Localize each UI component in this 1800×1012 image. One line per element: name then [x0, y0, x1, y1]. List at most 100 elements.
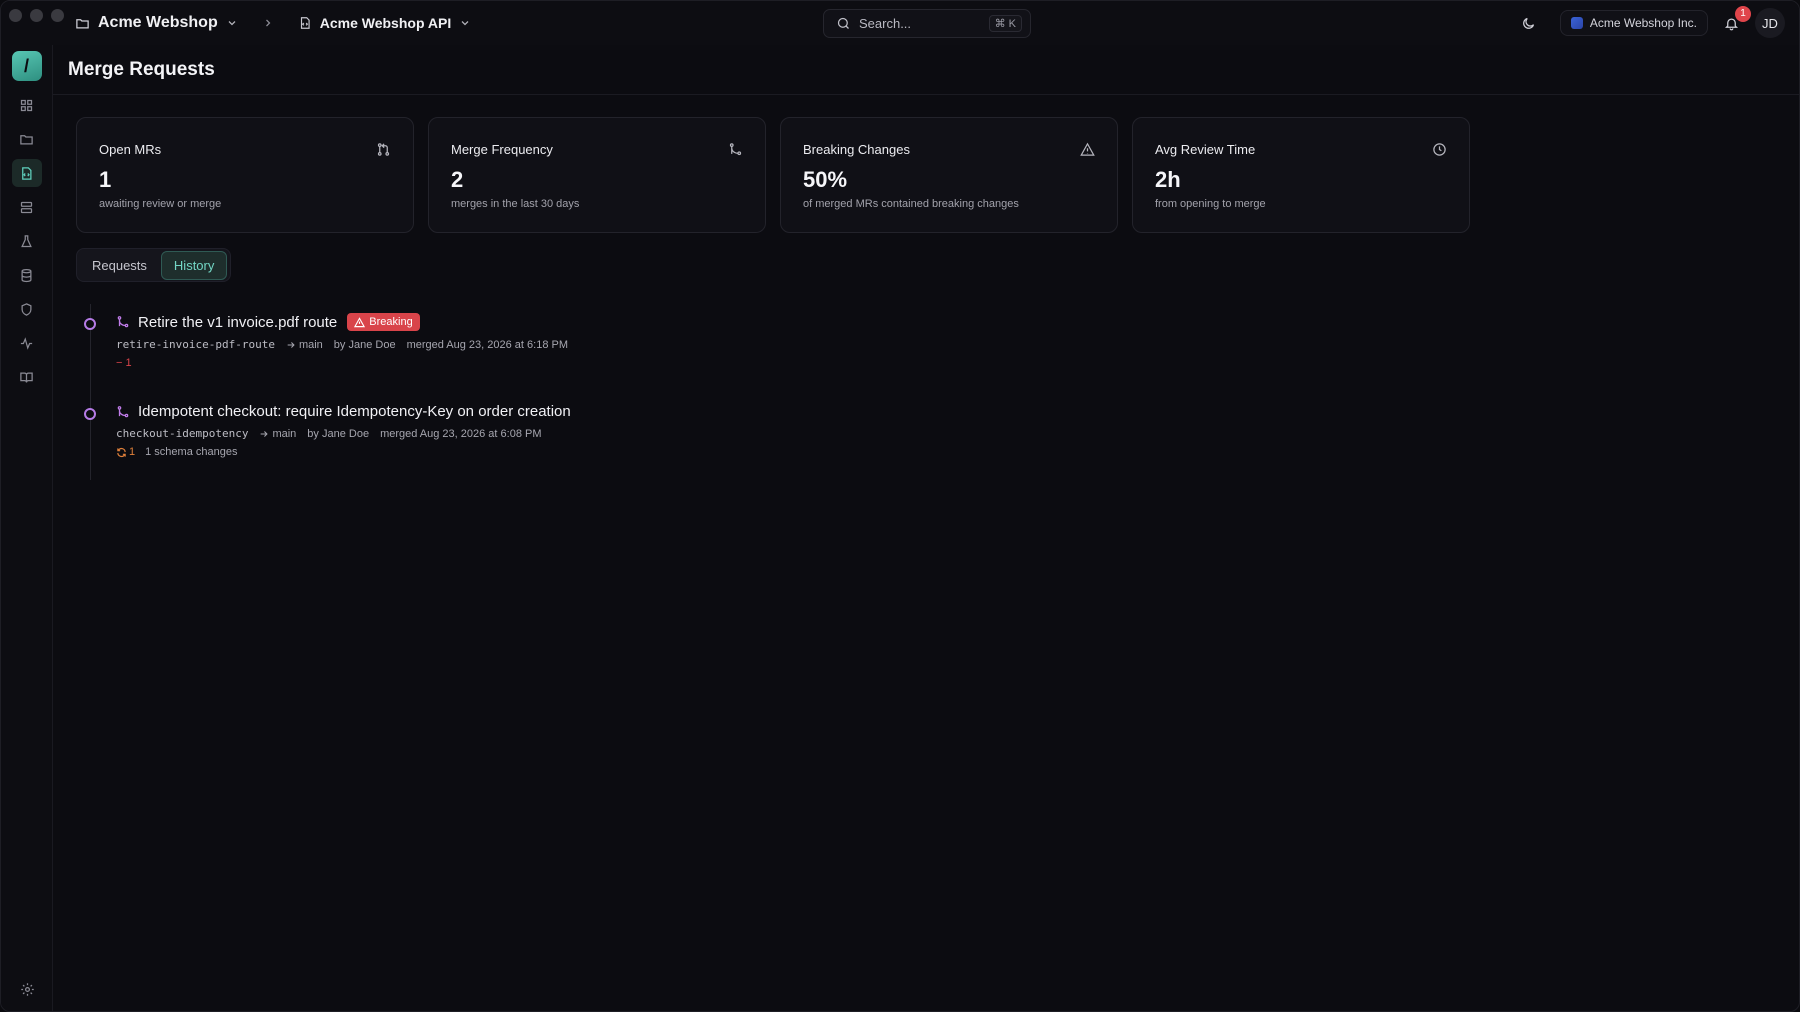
- shield-icon: [19, 302, 34, 317]
- search-input[interactable]: Search... ⌘ K: [823, 9, 1031, 38]
- stat-label: Avg Review Time: [1155, 142, 1256, 157]
- mr-author: by Jane Doe: [307, 427, 370, 440]
- target-branch-name: main: [272, 427, 297, 440]
- sidebar-item-monitoring[interactable]: [12, 329, 42, 357]
- tab-requests[interactable]: Requests: [80, 252, 159, 279]
- sidebar-item-projects[interactable]: [12, 125, 42, 153]
- notification-badge: 1: [1735, 5, 1751, 22]
- gear-icon: [20, 982, 35, 997]
- stat-label: Breaking Changes: [803, 142, 910, 157]
- search-shortcut: ⌘ K: [988, 15, 1022, 32]
- warning-icon: [354, 316, 366, 328]
- merge-icon: [116, 315, 130, 329]
- warning-icon: [1080, 142, 1095, 157]
- sidebar-item-apis[interactable]: [11, 159, 42, 187]
- api-switcher[interactable]: Acme Webshop API: [298, 15, 471, 31]
- moon-icon[interactable]: [1521, 16, 1536, 31]
- project-switcher[interactable]: Acme Webshop: [75, 14, 238, 32]
- merge-icon: [116, 405, 130, 419]
- mr-title[interactable]: Idempotent checkout: require Idempotency…: [138, 403, 571, 420]
- list-item[interactable]: Idempotent checkout: require Idempotency…: [80, 392, 980, 482]
- sidebar-item-security[interactable]: [12, 295, 42, 323]
- stats-row: Open MRs 1 awaiting review or merge Merg…: [76, 117, 1470, 233]
- api-name: Acme Webshop API: [319, 15, 452, 31]
- tab-history[interactable]: History: [160, 250, 228, 280]
- activity-icon: [19, 336, 34, 351]
- window-controls: [9, 9, 64, 22]
- close-window-button[interactable]: [9, 9, 22, 22]
- api-file-icon: [298, 16, 312, 30]
- target-branch: main: [259, 428, 296, 440]
- modified-count: 1: [116, 446, 135, 458]
- dashboard-icon: [19, 98, 34, 113]
- minimize-window-button[interactable]: [30, 9, 43, 22]
- app-logo[interactable]: /: [11, 51, 42, 81]
- org-logo: [1570, 17, 1583, 29]
- app-window: Acme Webshop Acme Webshop API Search... …: [0, 0, 1800, 1012]
- sidebar-item-docs[interactable]: [12, 363, 42, 391]
- stat-value: 2h: [1155, 167, 1181, 192]
- chevron-down-icon: [226, 17, 238, 29]
- mr-merged-date: merged Aug 23, 2026 at 6:18 PM: [406, 338, 569, 351]
- modified-count-value: 1: [129, 446, 136, 458]
- target-branch-name: main: [298, 338, 323, 351]
- sidebar-item-dashboard[interactable]: [12, 91, 42, 119]
- stat-description: merges in the last 30 days: [451, 198, 580, 210]
- maximize-window-button[interactable]: [51, 9, 64, 22]
- mr-merged-date: merged Aug 23, 2026 at 6:08 PM: [380, 427, 542, 440]
- search-icon: [836, 16, 851, 31]
- merge-icon: [728, 142, 743, 157]
- stat-value: 1: [99, 167, 112, 192]
- org-switcher[interactable]: Acme Webshop Inc.: [1559, 10, 1708, 36]
- removed-count: − 1: [116, 357, 132, 369]
- tab-bar: Requests History: [76, 248, 232, 282]
- stat-description: awaiting review or merge: [99, 198, 222, 210]
- book-icon: [19, 370, 34, 385]
- breaking-badge-label: Breaking: [369, 316, 413, 328]
- sidebar: /: [1, 45, 53, 1011]
- stat-value: 50%: [803, 167, 848, 192]
- database-icon: [19, 268, 34, 283]
- page-title: Merge Requests: [68, 58, 215, 80]
- sidebar-item-settings[interactable]: [1, 982, 53, 997]
- stat-label: Open MRs: [99, 142, 162, 157]
- breaking-badge: Breaking: [347, 313, 420, 331]
- timeline-dot: [84, 318, 96, 330]
- sidebar-item-tests[interactable]: [12, 227, 42, 255]
- stat-card-breaking-changes: Breaking Changes 50% of merged MRs conta…: [780, 117, 1118, 233]
- api-icon: [19, 166, 34, 181]
- mr-author: by Jane Doe: [333, 338, 396, 351]
- project-name: Acme Webshop: [98, 14, 218, 31]
- source-branch: checkout-idempotency: [116, 427, 249, 440]
- stat-label: Merge Frequency: [451, 142, 553, 157]
- org-name: Acme Webshop Inc.: [1589, 16, 1697, 30]
- main-content: Merge Requests Open MRs 1 awaiting revie…: [53, 45, 1799, 1011]
- stat-description: from opening to merge: [1155, 198, 1266, 210]
- schema-changes-label: 1 schema changes: [145, 446, 238, 458]
- pull-request-icon: [376, 142, 391, 157]
- clock-icon: [1432, 142, 1447, 157]
- timeline-dot: [84, 408, 96, 420]
- refresh-icon: [116, 447, 127, 458]
- avatar[interactable]: JD: [1755, 8, 1785, 38]
- folder-icon: [19, 132, 34, 147]
- mr-title[interactable]: Retire the v1 invoice.pdf route: [138, 314, 337, 331]
- list-item[interactable]: Retire the v1 invoice.pdf route Breaking…: [80, 302, 980, 392]
- top-right-tools: Acme Webshop Inc. 1 JD: [1521, 1, 1785, 45]
- top-bar: Acme Webshop Acme Webshop API Search... …: [1, 1, 1799, 45]
- source-branch: retire-invoice-pdf-route: [116, 338, 275, 351]
- search-placeholder: Search...: [859, 16, 912, 31]
- stat-description: of merged MRs contained breaking changes: [803, 198, 1019, 210]
- sidebar-item-servers[interactable]: [12, 193, 42, 221]
- bell-icon[interactable]: 1: [1724, 5, 1751, 31]
- stat-card-merge-frequency: Merge Frequency 2 merges in the last 30 …: [428, 117, 766, 233]
- flask-icon: [19, 234, 34, 249]
- target-branch: main: [286, 339, 323, 351]
- stat-card-avg-review-time: Avg Review Time 2h from opening to merge: [1132, 117, 1470, 233]
- sidebar-item-data[interactable]: [12, 261, 42, 289]
- arrow-right-icon: [286, 340, 296, 350]
- chevron-right-icon: [262, 17, 274, 29]
- folder-icon: [75, 16, 90, 31]
- stat-card-open-mrs: Open MRs 1 awaiting review or merge: [76, 117, 414, 233]
- page-header: Merge Requests: [53, 45, 1799, 95]
